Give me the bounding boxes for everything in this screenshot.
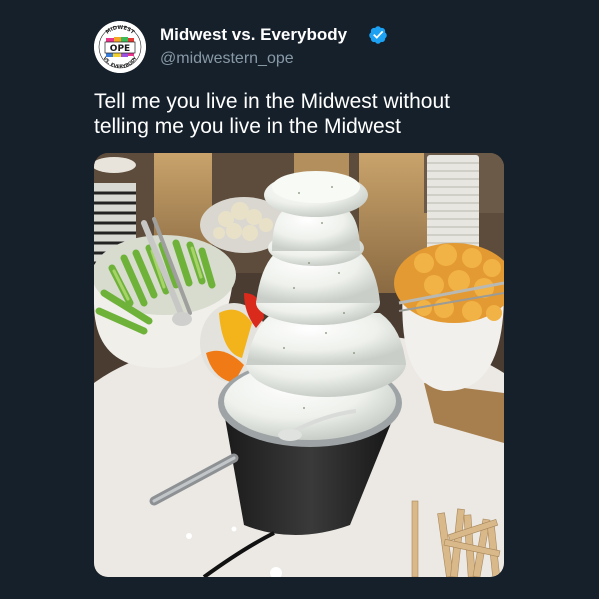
tweet-text: Tell me you live in the Midwest without … — [94, 89, 514, 139]
avatar[interactable]: MIDWEST VS. EVERYBODY OPE — [94, 21, 146, 73]
display-name[interactable]: Midwest vs. Everybody — [160, 25, 347, 45]
ranch-fountain-photo — [94, 153, 504, 577]
avatar-badge-text: OPE — [110, 44, 130, 54]
avatar-logo-icon: MIDWEST VS. EVERYBODY OPE — [94, 21, 146, 73]
user-handle[interactable]: @midwestern_ope — [160, 49, 294, 69]
verified-badge-icon — [369, 26, 387, 44]
plate-stack — [427, 155, 479, 255]
tweet-text-line-2: telling me you live in the Midwest — [94, 115, 401, 138]
tweet-text-line-1: Tell me you live in the Midwest without — [94, 90, 450, 113]
tweet-photo[interactable] — [94, 153, 504, 577]
tweet-card: MIDWEST VS. EVERYBODY OPE Midwest vs. Ev… — [0, 0, 599, 599]
